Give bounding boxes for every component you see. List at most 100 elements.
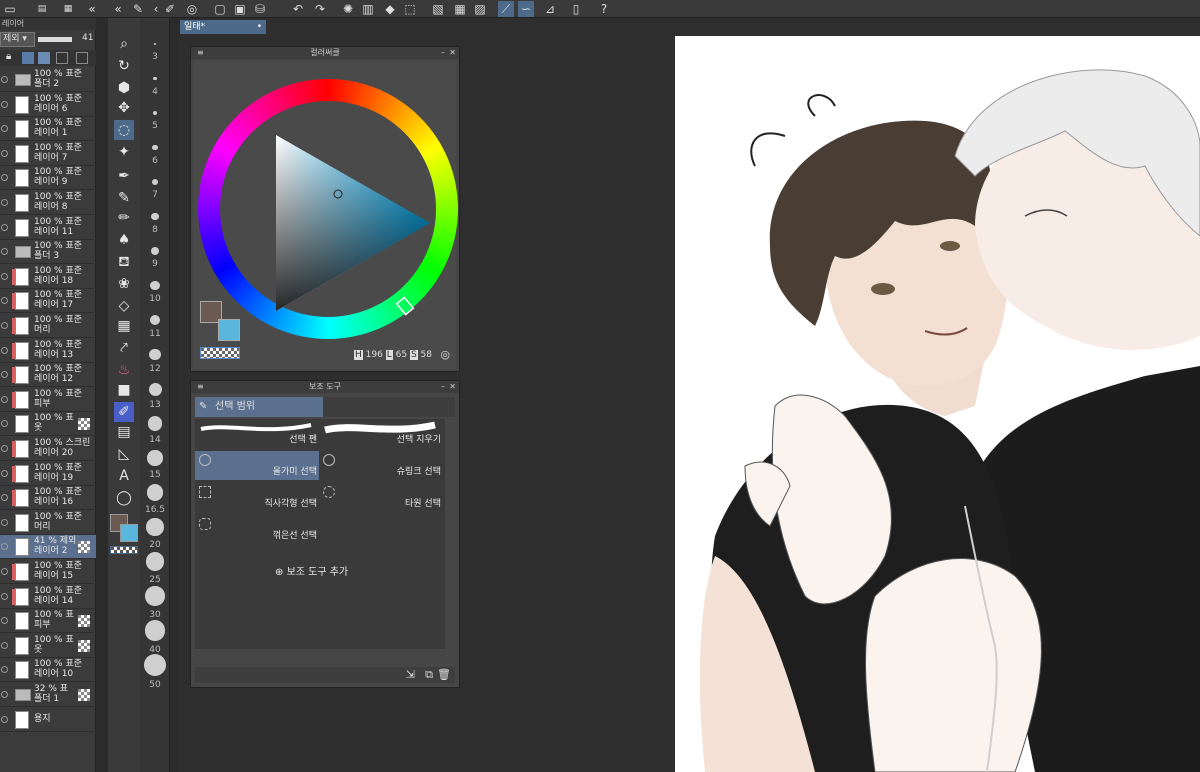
redo-icon[interactable]: ↷ (312, 1, 328, 17)
visibility-eye-icon[interactable] (1, 445, 8, 452)
layer-row[interactable]: 용지 (0, 708, 96, 732)
balloon-icon[interactable]: ◯ (114, 488, 134, 508)
snap-icon[interactable]: ▨ (472, 1, 488, 17)
settings-icon[interactable]: ⊿ (542, 1, 558, 17)
brush-size-dot[interactable] (144, 654, 166, 676)
sub-tool-selection-pen[interactable]: 선택 펜 (195, 419, 319, 449)
collapse-left-icon[interactable]: « (110, 1, 126, 17)
color-wheel-area[interactable]: H 196 L 65 S 58 ◎ (194, 61, 458, 369)
tab-close-icon[interactable]: • (257, 20, 262, 34)
layer-row[interactable]: 100 % 표준 레이어 6 (0, 93, 96, 117)
brush-size-dot[interactable] (154, 43, 156, 45)
visibility-eye-icon[interactable] (1, 518, 8, 526)
opacity-slider[interactable] (38, 37, 72, 42)
app-logo-icon[interactable]: ◎ (184, 1, 200, 17)
decoration-icon[interactable]: ❀ (114, 274, 134, 294)
visibility-eye-icon[interactable] (1, 371, 8, 379)
color-triangle[interactable] (194, 61, 456, 361)
layer-row[interactable]: 100 % 표준 레이어 18 (0, 265, 96, 289)
pen-tool-icon[interactable]: ✎ (114, 188, 134, 208)
magic-wand-icon[interactable]: ✦ (114, 142, 134, 162)
layer-row[interactable]: 100 % 표준 레이어 13 (0, 339, 96, 363)
undo-icon[interactable]: ↶ (290, 1, 306, 17)
gradient-icon[interactable]: ■ (114, 380, 134, 400)
blend-tool-icon[interactable]: ♨ (114, 360, 134, 380)
sub-tool-rect-select[interactable]: 직사각형 선택 (195, 483, 319, 513)
layer-row[interactable]: 100 % 표준 레이어 8 (0, 191, 96, 215)
layer-row[interactable]: 100 % 표준 레이어 12 (0, 363, 96, 388)
visibility-eye-icon[interactable] (1, 346, 8, 354)
layer-row[interactable]: 100 % 표준 레이어 9 (0, 166, 96, 191)
visibility-eye-icon[interactable] (1, 272, 8, 280)
visibility-eye-icon[interactable] (1, 248, 8, 256)
minimize-icon[interactable]: – (441, 381, 445, 393)
visibility-eye-icon[interactable] (1, 420, 8, 428)
close-icon[interactable]: ✕ (449, 47, 456, 59)
panel-tab-icon[interactable]: ▤ (34, 1, 50, 17)
close-icon[interactable]: ✕ (449, 381, 456, 393)
eraser-icon[interactable]: ◇ (114, 296, 134, 316)
object-icon[interactable]: ⬢ (114, 78, 134, 98)
airbrush-icon[interactable]: ⛾ (114, 252, 134, 272)
open-file-icon[interactable]: ▣ (232, 1, 248, 17)
collapse-left-icon[interactable]: « (84, 1, 100, 17)
sub-tool-selection-eraser[interactable]: 선택 지우기 (319, 419, 443, 449)
brush-size-dot[interactable] (152, 110, 158, 116)
drawing-canvas[interactable] (675, 36, 1200, 772)
grid-icon[interactable]: ▦ (452, 1, 468, 17)
layer-row[interactable]: 100 % 표준 레이어 16 (0, 486, 96, 511)
color-mode-icon[interactable]: ◎ (440, 348, 450, 361)
layer-row[interactable]: 100 % 표준 머리 (0, 511, 96, 535)
lock-icon[interactable]: 🔒︎ (6, 51, 11, 62)
ruler-tool-icon[interactable]: ◺ (114, 444, 134, 464)
brush-size-dot[interactable] (144, 620, 166, 641)
visibility-eye-icon[interactable] (1, 223, 8, 231)
new-file-icon[interactable]: ▢ (212, 1, 228, 17)
snap-special-icon[interactable]: ∽ (518, 1, 534, 17)
loading-icon[interactable]: ✺ (340, 1, 356, 17)
pencil-icon[interactable]: ✏ (114, 208, 134, 228)
transform-icon[interactable]: ⬚ (402, 1, 418, 17)
visibility-eye-icon[interactable] (1, 199, 8, 206)
minimize-icon[interactable]: – (441, 47, 445, 59)
brush-size-dot[interactable] (149, 348, 161, 361)
brush-size-dot[interactable] (153, 76, 157, 81)
transparent-color-swatch[interactable] (110, 546, 138, 554)
visibility-eye-icon[interactable] (1, 395, 8, 403)
visibility-eye-icon[interactable] (1, 691, 8, 698)
menu-icon[interactable]: ≡ (197, 47, 204, 59)
device-icon[interactable]: ▯ (568, 1, 584, 17)
brush-size-dot[interactable] (146, 484, 164, 501)
visibility-eye-icon[interactable] (1, 568, 8, 575)
sub-color-swatch[interactable] (120, 524, 138, 542)
sub-tool-lasso-select[interactable]: 올가미 선택 (195, 451, 319, 481)
brush-size-dot[interactable] (148, 382, 162, 396)
brush-size-dot[interactable] (150, 246, 160, 256)
brush-size-dot[interactable] (151, 212, 159, 221)
save-icon[interactable]: ⛁ (252, 1, 268, 17)
visibility-eye-icon[interactable] (1, 592, 8, 600)
pen-icon[interactable]: ✎ (130, 1, 146, 17)
fill-tool-icon[interactable]: ✐ (114, 402, 134, 422)
mask-icon[interactable] (56, 52, 68, 64)
visibility-eye-icon[interactable] (1, 322, 8, 329)
zoom-icon[interactable]: ⌕ (114, 34, 134, 54)
layer-row[interactable]: 100 % 표준 레이어 7 (0, 142, 96, 166)
layer-row[interactable]: 100 % 표준 레이어 19 (0, 462, 96, 486)
brush-size-dot[interactable] (151, 178, 159, 186)
panel-tab-icon[interactable]: ▦ (60, 1, 76, 17)
layer-row[interactable]: 100 % 표준 레이어 11 (0, 216, 96, 240)
menu-icon[interactable]: ≡ (197, 381, 204, 393)
visibility-eye-icon[interactable] (1, 297, 8, 305)
visibility-eye-icon[interactable] (1, 641, 8, 649)
layer-row[interactable]: 100 % 표 피부 (0, 609, 96, 634)
clip-icon[interactable] (22, 52, 34, 64)
sub-tool-polyline-select[interactable]: 꺾은선 선택 (195, 515, 319, 545)
fill-icon[interactable]: ◆ (382, 1, 398, 17)
clear-icon[interactable]: ▥ (360, 1, 376, 17)
layer-row[interactable]: 100 % 표옷 (0, 412, 96, 437)
visibility-eye-icon[interactable] (1, 469, 8, 477)
brush-tool-icon[interactable]: ♠ (114, 230, 134, 250)
visibility-eye-icon[interactable] (1, 666, 8, 674)
visibility-eye-icon[interactable] (1, 149, 8, 157)
